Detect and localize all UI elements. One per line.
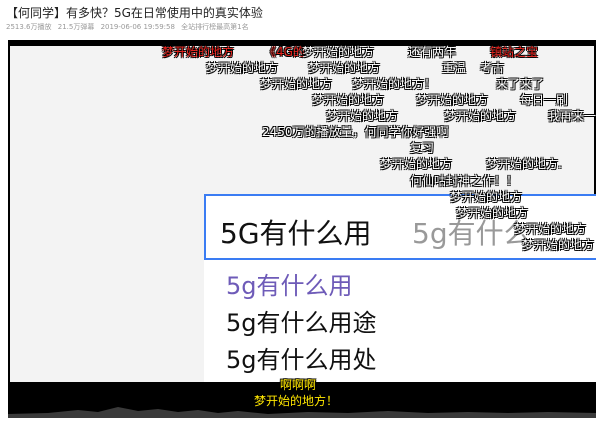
danmaku-comment: 梦开始的地方 [380, 157, 453, 171]
danmaku-comment: 重温 [442, 61, 467, 75]
danmaku-comment: 梦开始的地方！ [254, 394, 339, 408]
publish-date: 2019-06-06 19:59:58 [100, 23, 175, 31]
danmaku-comment: 还有两年 [408, 45, 457, 59]
danmaku-comment: 梦开始的地方 [522, 238, 595, 252]
suggestion-item: 5g有什么用处 [226, 346, 377, 374]
danmaku-comment: 何仙咕封神之作！！ [410, 174, 519, 188]
danmaku-comment: 梦开始的地方 [326, 109, 399, 123]
danmaku-comment: 2450万的播放量，何同学你好强啊 [262, 125, 449, 139]
danmaku-comment: 啊啊啊 [280, 378, 317, 392]
suggestion-list: 5g有什么用 5g有什么用途 5g有什么用处 [204, 260, 596, 382]
danmaku-comment: 梦开始的地方 [444, 109, 517, 123]
rank-badge[interactable]: 全站排行榜最高第1名 [181, 23, 248, 31]
danmaku-comment: 考古 [480, 61, 505, 75]
danmaku-comment: 梦开始的地方 [206, 61, 279, 75]
danmaku-comment: 梦开始的地方 [302, 45, 375, 59]
danmaku-comment: 梦开始的地方 [308, 61, 381, 75]
danmaku-comment: 梦开始的地方 [416, 93, 489, 107]
video-meta: 2513.6万播放 21.5万弹幕 2019-06-06 19:59:58 全站… [6, 22, 253, 32]
danmaku-comment: 梦开始的地方. [486, 157, 562, 171]
search-query: 5G有什么用 [220, 217, 372, 250]
danmaku-comment: 镇站之宝 [490, 45, 539, 59]
danmaku-comment: 复习 [410, 141, 435, 155]
danmaku-comment: 我再来一 [548, 109, 596, 123]
danmaku-comment: 梦开始的地方！ [352, 77, 437, 91]
danmaku-comment: 《4G的 [264, 45, 305, 59]
danmaku-comment: 梦开始的地方 [312, 93, 385, 107]
danmaku-comment: 梦开始的地方 [456, 206, 529, 220]
suggestion-item: 5g有什么用途 [226, 309, 377, 337]
suggestion-item: 5g有什么用 [226, 272, 353, 300]
video-player[interactable]: 5G有什么用 5g有什么 5g有什么用 5g有什么用途 5g有什么用处 梦开始的… [8, 40, 596, 418]
video-title: 【何同学】有多快？5G在日常使用中的真实体验 [6, 6, 263, 20]
danmaku-comment: 梦开始的地方 [450, 190, 523, 204]
danmaku-comment: 梦开始的地方 [162, 45, 235, 59]
danmaku-comment: 梦开始的地方 [514, 222, 587, 236]
danmaku-count: 21.5万弹幕 [57, 23, 95, 31]
play-count: 2513.6万播放 [6, 23, 52, 31]
danmaku-comment: 梦开始的地方 [260, 77, 333, 91]
danmaku-comment: 每日一刷 [520, 93, 569, 107]
danmaku-comment: 来了来了 [496, 77, 545, 91]
